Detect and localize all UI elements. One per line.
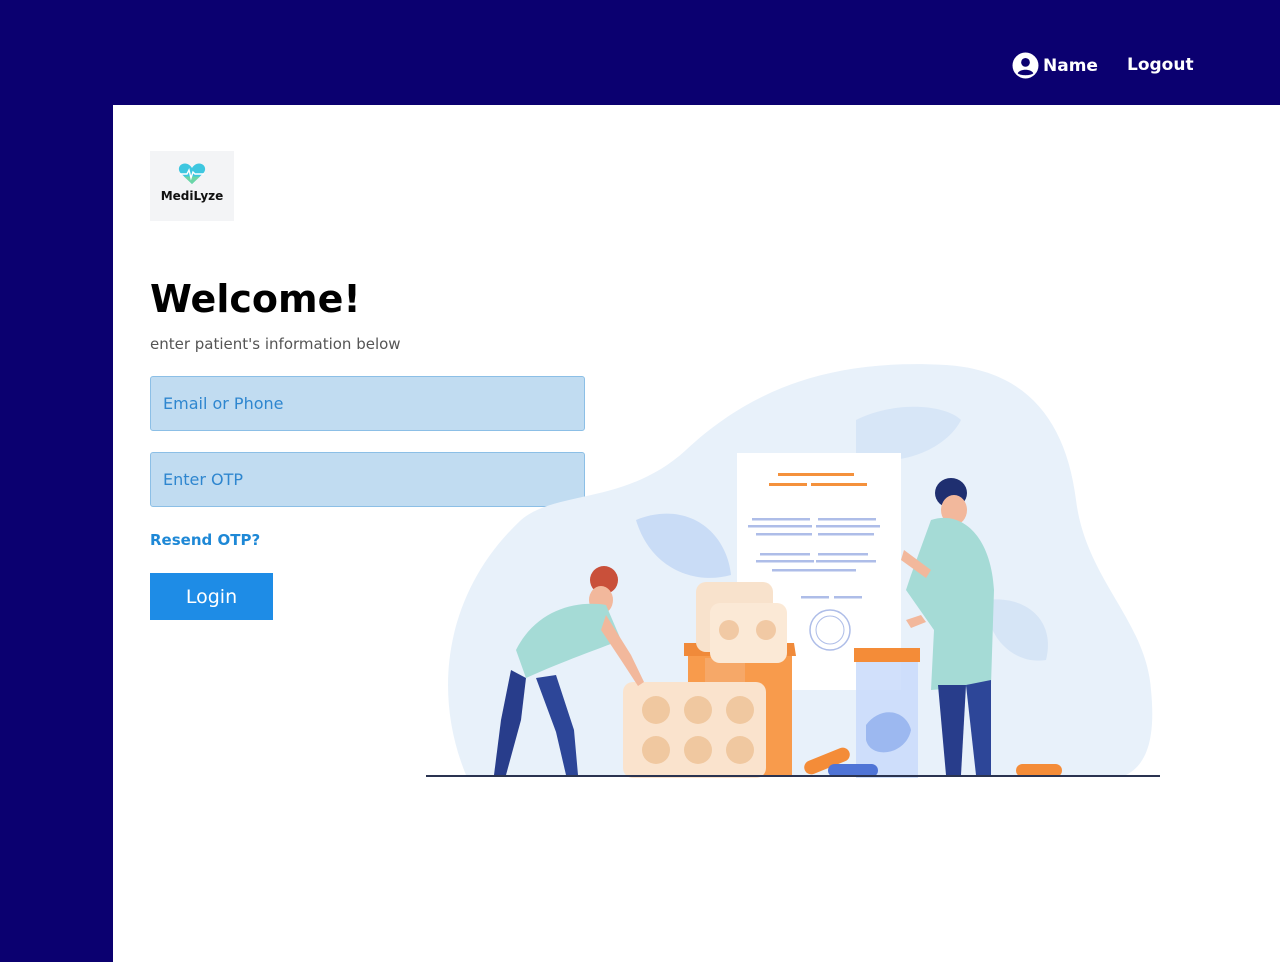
brand-name: MediLyze: [160, 189, 224, 203]
app-frame: Name Logout MediLyze Welcome! enter pati…: [0, 0, 1280, 962]
brand-logo: MediLyze: [150, 151, 234, 221]
top-navbar: Name Logout: [0, 0, 1280, 105]
resend-otp-link[interactable]: Resend OTP?: [150, 531, 260, 549]
user-name[interactable]: Name: [1043, 56, 1098, 76]
heart-pulse-icon: [178, 163, 206, 184]
user-profile[interactable]: Name: [1012, 52, 1098, 79]
user-circle-icon: [1012, 52, 1039, 79]
page-subtitle: enter patient's information below: [150, 335, 401, 353]
pharmacy-illustration: [426, 364, 1160, 778]
login-button[interactable]: Login: [150, 573, 273, 620]
logout-link[interactable]: Logout: [1127, 55, 1194, 75]
page-title: Welcome!: [150, 277, 361, 321]
main-panel: MediLyze Welcome! enter patient's inform…: [113, 105, 1280, 962]
